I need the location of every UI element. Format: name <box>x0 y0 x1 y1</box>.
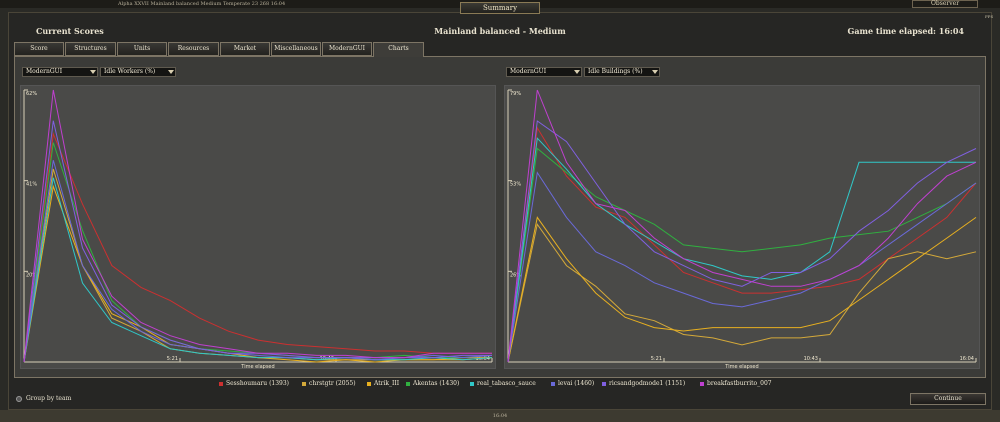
chart-legend: Sesshoumaru (1393) chrstgtr (2055) Atrik… <box>0 379 1000 389</box>
x-axis-label: Time elapsed <box>724 364 758 370</box>
legend-item: real_tabasco_sauce <box>470 379 536 389</box>
group-by-team-label: Group by team <box>26 395 72 402</box>
series-line-3 <box>507 147 977 363</box>
idle-workers-chart: 20% 41% 62% 5:21 10:43 16:04 Time elapsed <box>20 85 496 370</box>
bottom-clock: 16:04 <box>492 413 508 419</box>
series-line-2 <box>23 184 493 363</box>
left-category-value: ModernGUI <box>26 68 63 75</box>
legend-item: Akentas (1430) <box>406 379 459 389</box>
group-by-team-checkbox[interactable] <box>16 396 22 402</box>
fps-counter: FPS <box>985 14 994 19</box>
legend-swatch <box>602 381 606 386</box>
series-line-4 <box>507 137 976 363</box>
game-time-elapsed: Game time elapsed: 16:04 <box>847 26 964 36</box>
legend-item: ricsandgodmode1 (1151) <box>602 379 685 389</box>
idle-buildings-chart-svg: 26%53%79%5:21 10:43 16:04Time elapsed <box>507 89 977 370</box>
legend-swatch <box>302 381 306 386</box>
tab-structures[interactable]: Structures <box>65 42 116 56</box>
series-line-0 <box>23 131 492 363</box>
right-stat-value: Idle Buildings (%) <box>588 68 643 75</box>
legend-label: real_tabasco_sauce <box>477 380 536 387</box>
y-tick-label: 53% <box>510 182 521 188</box>
tab-market[interactable]: Market <box>220 42 270 56</box>
tab-units[interactable]: Units <box>117 42 167 56</box>
legend-swatch <box>406 381 410 386</box>
y-tick-label: 79% <box>510 91 521 97</box>
series-line-2 <box>507 216 977 363</box>
map-name: Mainland balanced - Medium <box>434 26 566 36</box>
left-stat-select[interactable]: Idle Workers (%) <box>100 67 176 77</box>
legend-label: breakfastburrito_007 <box>707 380 772 387</box>
bottom-bar: 16:04 <box>0 410 1000 422</box>
chevron-down-icon <box>574 70 580 74</box>
window-title: Summary <box>460 2 540 14</box>
continue-button[interactable]: Continue <box>910 393 986 405</box>
series-line-1 <box>23 168 492 363</box>
legend-item: levai (1460) <box>551 379 594 389</box>
legend-swatch <box>470 381 474 386</box>
legend-swatch <box>219 381 223 386</box>
legend-swatch <box>700 381 704 386</box>
series-line-7 <box>23 89 492 363</box>
chevron-down-icon <box>168 70 174 74</box>
x-axis-label: Time elapsed <box>240 364 274 370</box>
legend-item: Sesshoumaru (1393) <box>219 379 289 389</box>
y-tick-label: 41% <box>26 182 37 188</box>
current-scores-heading: Current Scores <box>36 26 104 36</box>
series-line-7 <box>507 89 977 363</box>
observer-dropdown[interactable]: Observer <box>912 0 978 8</box>
legend-swatch <box>367 381 371 386</box>
legend-swatch <box>551 381 555 386</box>
tab-score[interactable]: Score <box>14 42 64 56</box>
series-line-6 <box>507 120 977 363</box>
series-line-3 <box>23 142 493 363</box>
chevron-down-icon <box>90 70 96 74</box>
tab-miscellaneous[interactable]: Miscellaneous <box>271 42 321 56</box>
legend-item: breakfastburrito_007 <box>700 379 772 389</box>
chevron-down-icon <box>652 70 658 74</box>
series-line-0 <box>507 126 977 363</box>
left-stat-value: Idle Workers (%) <box>104 68 156 75</box>
legend-label: Akentas (1430) <box>413 380 460 387</box>
tab-charts[interactable]: Charts <box>373 42 424 57</box>
right-stat-select[interactable]: Idle Buildings (%) <box>584 67 660 77</box>
game-status-text: Alpha XXVII Mainland balanced Medium Tem… <box>118 1 286 7</box>
legend-label: ricsandgodmode1 (1151) <box>609 380 686 387</box>
series-line-6 <box>23 120 492 363</box>
right-category-value: ModernGUI <box>510 68 547 75</box>
legend-item: Atrik_III <box>367 379 399 389</box>
legend-item: chrstgtr (2055) <box>302 379 356 389</box>
x-tick-label: 5:21 <box>167 356 178 362</box>
legend-label: chrstgtr (2055) <box>309 380 356 387</box>
tab-resources[interactable]: Resources <box>168 42 219 56</box>
tab-moderngui[interactable]: ModernGUI <box>322 42 372 56</box>
x-tick-label: 5:21 <box>651 356 662 362</box>
y-tick-label: 62% <box>26 91 37 97</box>
right-category-select[interactable]: ModernGUI <box>506 67 582 77</box>
legend-label: levai (1460) <box>558 380 595 387</box>
x-tick-label: 10:43 <box>804 356 818 362</box>
x-tick-label: 16:04 <box>960 356 974 362</box>
idle-buildings-chart: 26% 53% 79% 5:21 10:43 16:04 Time elapsed <box>504 85 980 370</box>
left-category-select[interactable]: ModernGUI <box>22 67 98 77</box>
legend-label: Sesshoumaru (1393) <box>226 380 290 387</box>
idle-workers-chart-svg: 20%41%62%5:21 10:43 16:04Time elapsed <box>23 89 493 370</box>
legend-label: Atrik_III <box>374 380 400 387</box>
